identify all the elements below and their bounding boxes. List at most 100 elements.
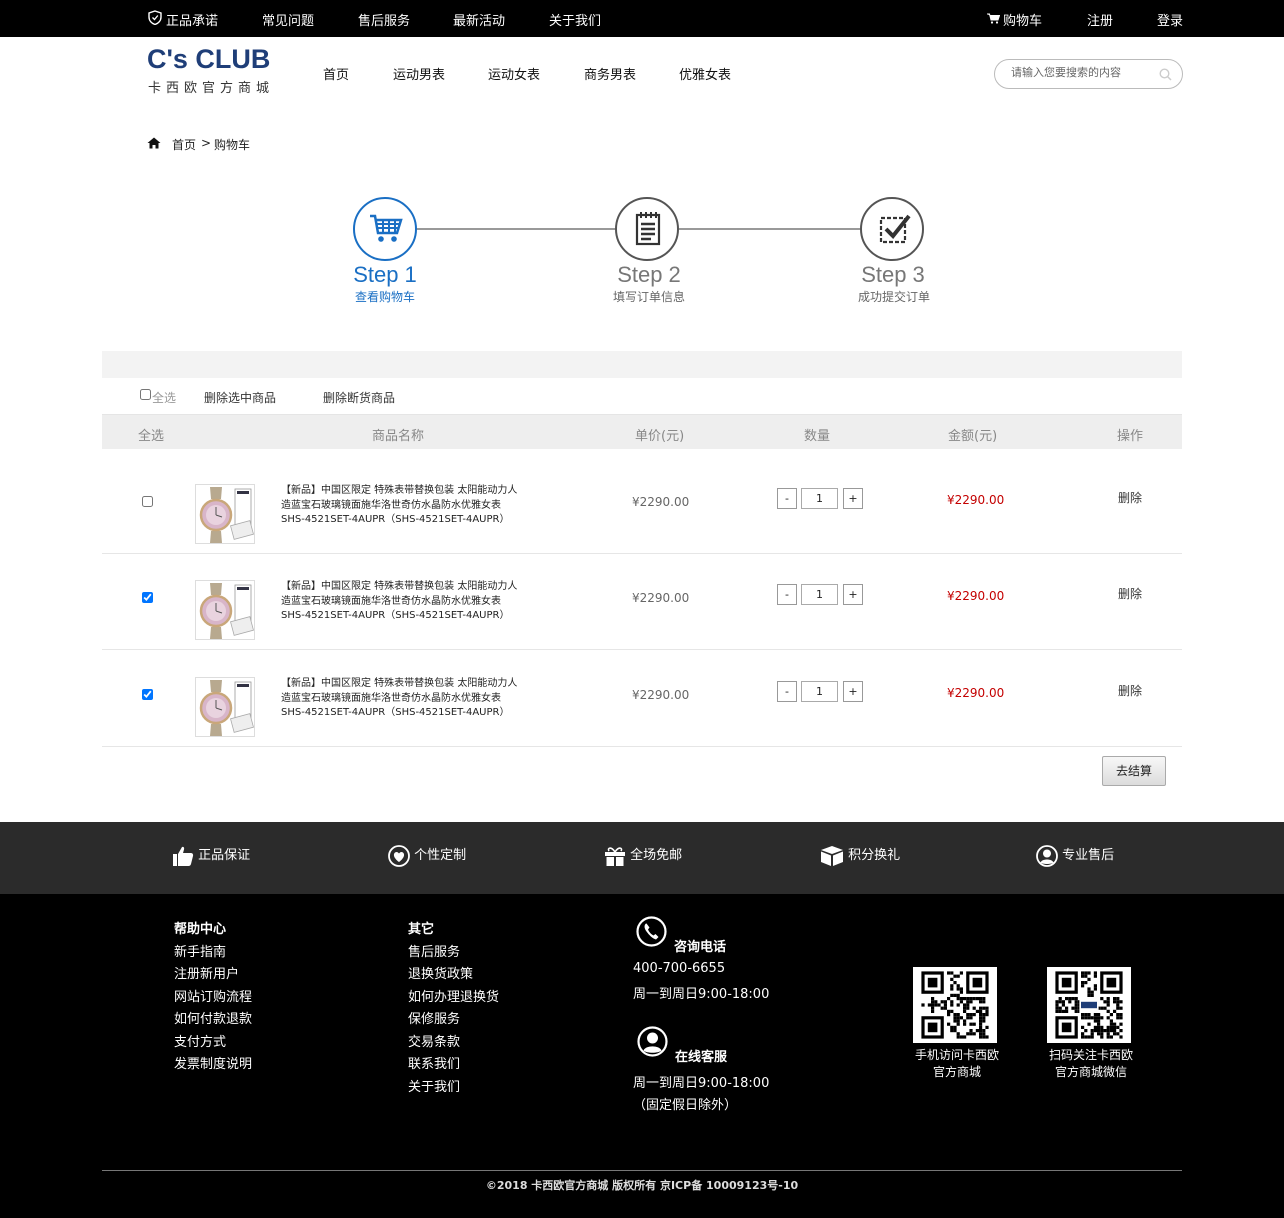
delete-item-link[interactable]: 删除: [1118, 585, 1142, 602]
table-row: 【新品】中国区限定 特殊表带替换包装 太阳能动力人造蓝宝石玻璃镜面施华洛世奇仿水…: [102, 650, 1182, 747]
footer-other-link[interactable]: 关于我们: [408, 1077, 499, 1100]
qr-caption-line: 官方商城: [932, 1065, 981, 1079]
row-checkbox[interactable]: [142, 496, 153, 507]
top-link-about[interactable]: 关于我们: [549, 10, 601, 29]
phone-icon: [636, 916, 667, 947]
top-link-aftersales[interactable]: 售后服务: [358, 10, 410, 29]
breadcrumb-home[interactable]: 首页: [172, 136, 196, 153]
step-2-subtitle: 填写订单信息: [612, 290, 685, 304]
select-all-label: 全选: [152, 391, 177, 405]
footer-help-link[interactable]: 支付方式: [174, 1032, 252, 1055]
qr-code-icon: [1055, 971, 1123, 1039]
watch-image: [196, 485, 254, 543]
nav-item-women-sport[interactable]: 运动女表: [488, 64, 540, 83]
top-link-events[interactable]: 最新活动: [453, 10, 505, 29]
online-service-title: 在线客服: [675, 1050, 728, 1065]
quantity-input[interactable]: 1: [801, 681, 838, 702]
gift-icon: [605, 846, 625, 866]
qr-code-mobile: [913, 967, 997, 1043]
nav-item-men-business[interactable]: 商务男表: [584, 64, 636, 83]
search-input[interactable]: [1011, 66, 1151, 79]
footer-help-column: 帮助中心 新手指南 注册新用户 网站订购流程 如何付款退款 支付方式 发票制度说明: [174, 919, 252, 1077]
decrease-qty-button[interactable]: -: [777, 584, 797, 605]
quantity-input[interactable]: 1: [801, 488, 838, 509]
line-amount: ¥2290.00: [947, 493, 1005, 507]
step-1-title: Step 1: [353, 262, 417, 287]
select-all-checkbox[interactable]: [140, 389, 151, 400]
footer-divider: [102, 1170, 1182, 1171]
delete-selected-link[interactable]: 删除选中商品: [204, 389, 276, 406]
top-cart-link[interactable]: 购物车: [1003, 10, 1042, 29]
feature-bar: 正品保证 个性定制 全场免邮 积分换礼 专业售后: [0, 822, 1284, 894]
row-checkbox[interactable]: [142, 592, 153, 603]
checkout-button[interactable]: 去结算: [1102, 756, 1166, 786]
feature-points: 积分换礼: [820, 844, 900, 874]
cart-header-band: [102, 351, 1182, 378]
footer-other-link[interactable]: 退换货政策: [408, 964, 499, 987]
feature-custom: 个性定制: [388, 844, 466, 874]
phone-title: 咨询电话: [674, 940, 727, 955]
footer-other-link[interactable]: 保修服务: [408, 1009, 499, 1032]
footer-help-link[interactable]: 发票制度说明: [174, 1054, 252, 1077]
breadcrumb-current: 购物车: [214, 138, 251, 152]
decrease-qty-button[interactable]: -: [777, 488, 797, 509]
logo[interactable]: C's CLUB: [147, 44, 270, 75]
footer-other-link[interactable]: 联系我们: [408, 1054, 499, 1077]
footer-help-link[interactable]: 新手指南: [174, 942, 252, 965]
footer-help-title: 帮助中心: [174, 922, 227, 937]
nav-item-home[interactable]: 首页: [323, 64, 349, 83]
product-thumbnail[interactable]: [195, 580, 255, 640]
delete-item-link[interactable]: 删除: [1118, 489, 1142, 506]
home-icon[interactable]: [147, 137, 161, 149]
step-2-title: Step 2: [617, 262, 681, 287]
feature-label: 专业售后: [1062, 848, 1115, 863]
feature-label: 个性定制: [414, 848, 467, 863]
footer-help-link[interactable]: 注册新用户: [174, 964, 252, 987]
quantity-stepper: -1 +: [777, 584, 867, 606]
col-header-action: 操作: [1117, 429, 1144, 444]
cart-icon[interactable]: [987, 13, 1000, 24]
shield-icon: [148, 10, 162, 25]
increase-qty-button[interactable]: +: [843, 584, 863, 605]
nav-item-women-elegant[interactable]: 优雅女表: [679, 64, 731, 83]
product-name[interactable]: 【新品】中国区限定 特殊表带替换包装 太阳能动力人造蓝宝石玻璃镜面施华洛世奇仿水…: [281, 484, 523, 528]
checkbox-check-icon: [879, 214, 911, 244]
increase-qty-button[interactable]: +: [843, 681, 863, 702]
product-name[interactable]: 【新品】中国区限定 特殊表带替换包装 太阳能动力人造蓝宝石玻璃镜面施华洛世奇仿水…: [281, 677, 523, 721]
watch-image: [196, 581, 254, 639]
watch-image: [196, 678, 254, 736]
product-name[interactable]: 【新品】中国区限定 特殊表带替换包装 太阳能动力人造蓝宝石玻璃镜面施华洛世奇仿水…: [281, 580, 523, 624]
feature-genuine: 正品保证: [172, 844, 250, 874]
product-thumbnail[interactable]: [195, 484, 255, 544]
phone-number: 400-700-6655: [633, 961, 726, 976]
nav-item-men-sport[interactable]: 运动男表: [393, 64, 445, 83]
footer-other-link[interactable]: 如何办理退换货: [408, 987, 499, 1010]
row-checkbox[interactable]: [142, 689, 153, 700]
increase-qty-button[interactable]: +: [843, 488, 863, 509]
step-2-circle: [615, 197, 679, 261]
box-icon: [821, 845, 843, 866]
top-link-promise[interactable]: 正品承诺: [166, 10, 218, 29]
search-icon[interactable]: [1159, 68, 1172, 81]
quantity-input[interactable]: 1: [801, 584, 838, 605]
top-login-link[interactable]: 登录: [1157, 10, 1183, 29]
top-link-faq[interactable]: 常见问题: [262, 10, 314, 29]
product-thumbnail[interactable]: [195, 677, 255, 737]
footer-other-link[interactable]: 交易条款: [408, 1032, 499, 1055]
cart-table-header: 全选 商品名称 单价(元) 数量 金额(元) 操作: [102, 414, 1182, 449]
user-circle-icon: [1036, 844, 1058, 867]
decrease-qty-button[interactable]: -: [777, 681, 797, 702]
delete-item-link[interactable]: 删除: [1118, 682, 1142, 699]
qr-caption-line: 扫码关注卡西欧: [1048, 1048, 1133, 1062]
qr-wechat-caption: 扫码关注卡西欧 官方商城微信: [1036, 1047, 1146, 1081]
delete-out-of-stock-link[interactable]: 删除断货商品: [323, 389, 395, 406]
table-row: 【新品】中国区限定 特殊表带替换包装 太阳能动力人造蓝宝石玻璃镜面施华洛世奇仿水…: [102, 457, 1182, 554]
unit-price: ¥2290.00: [632, 591, 690, 605]
footer-help-link[interactable]: 网站订购流程: [174, 987, 252, 1010]
footer-help-link[interactable]: 如何付款退款: [174, 1009, 252, 1032]
footer-other-link[interactable]: 售后服务: [408, 942, 499, 965]
footer-other-column: 其它 售后服务 退换货政策 如何办理退换货 保修服务 交易条款 联系我们 关于我们: [408, 919, 499, 1099]
step-3-title: Step 3: [861, 262, 925, 287]
qr-mobile-caption: 手机访问卡西欧 官方商城: [902, 1047, 1012, 1081]
top-register-link[interactable]: 注册: [1087, 10, 1113, 29]
